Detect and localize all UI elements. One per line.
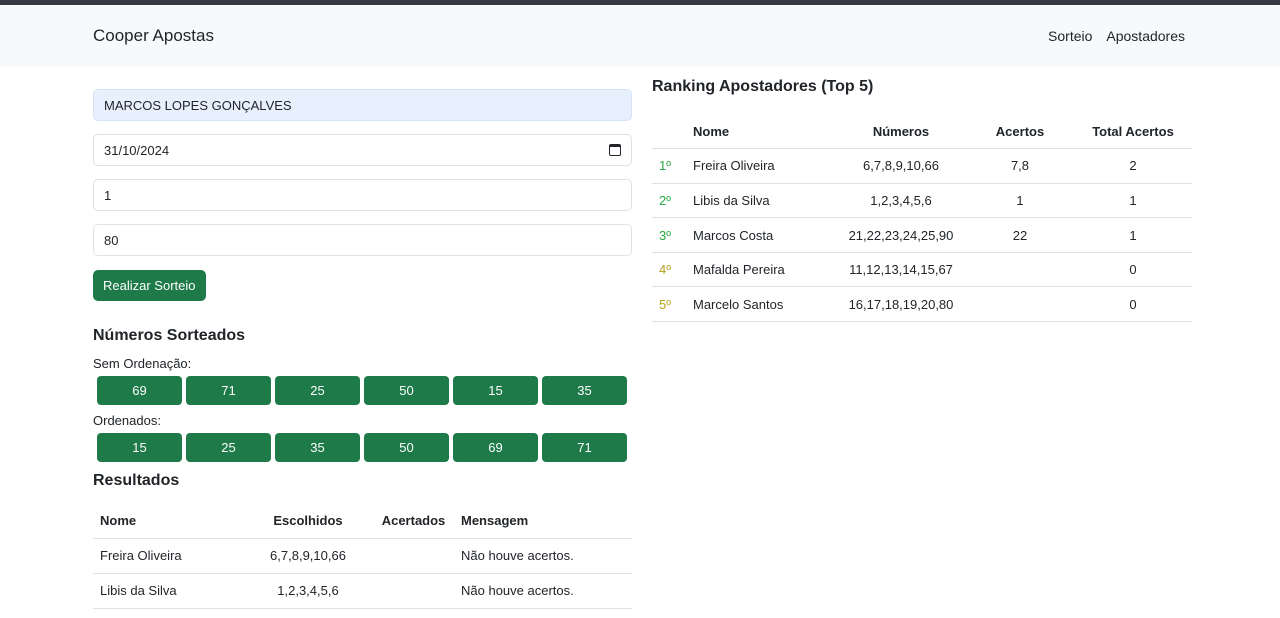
cell-nome: Marcos Costa: [686, 217, 836, 253]
cell-nome: Libis da Silva: [93, 573, 243, 609]
nav-links: Sorteio Apostadores: [1048, 28, 1185, 44]
col-header-escolhidos: Escolhidos: [243, 503, 373, 539]
number-chip: 35: [542, 376, 627, 405]
brand[interactable]: Cooper Apostas: [93, 26, 214, 46]
rank-position: 5º: [652, 286, 686, 323]
cell-acertos: [966, 286, 1074, 323]
date-input-value: 31/10/2024: [104, 142, 170, 158]
table-row: Libis da Silva 1,2,3,4,5,6 Não houve ace…: [93, 573, 632, 609]
col-header-nome: Nome: [93, 503, 243, 539]
cell-escolhidos: 6,7,8,9,10,66: [243, 538, 373, 574]
number-chip: 15: [97, 433, 182, 462]
number-chip: 25: [186, 433, 271, 462]
table-row: 3º Marcos Costa 21,22,23,24,25,90 22 1: [652, 217, 1192, 253]
col-header-acertos: Acertos: [966, 114, 1074, 150]
nav-link-sorteio[interactable]: Sorteio: [1048, 28, 1092, 44]
table-header-row: Nome Escolhidos Acertados Mensagem: [93, 503, 632, 539]
unsorted-chips: 69 71 25 50 15 35: [93, 376, 632, 405]
results-table: Nome Escolhidos Acertados Mensagem Freir…: [93, 503, 632, 609]
cell-nome: Marcelo Santos: [686, 286, 836, 323]
number-chip: 50: [364, 433, 449, 462]
col-header-numeros: Números: [836, 114, 966, 150]
ranking-panel: Ranking Apostadores (Top 5) Nome Números…: [652, 78, 1192, 323]
sorted-chips: 15 25 35 50 69 71: [93, 433, 632, 462]
cell-mensagem: Não houve acertos.: [454, 538, 632, 574]
cell-nome: Mafalda Pereira: [686, 252, 836, 288]
cell-numeros: 11,12,13,14,15,67: [836, 252, 966, 288]
number-chip: 35: [275, 433, 360, 462]
min-number-value: 1: [104, 187, 112, 203]
cell-acertados: [373, 538, 454, 574]
cell-total-acertos: 1: [1074, 183, 1192, 219]
rank-position: 4º: [652, 252, 686, 288]
max-number-input[interactable]: 80: [93, 224, 632, 256]
cell-total-acertos: 2: [1074, 148, 1192, 184]
col-header-mensagem: Mensagem: [454, 503, 632, 539]
unsorted-label: Sem Ordenação:: [93, 356, 192, 371]
cell-total-acertos: 0: [1074, 286, 1192, 323]
cell-acertos: [966, 252, 1074, 288]
number-chip: 15: [453, 376, 538, 405]
table-header-row: Nome Números Acertos Total Acertos: [652, 114, 1192, 150]
number-chip: 69: [97, 376, 182, 405]
number-chip: 69: [453, 433, 538, 462]
cell-numeros: 21,22,23,24,25,90: [836, 217, 966, 253]
cell-mensagem: Não houve acertos.: [454, 573, 632, 609]
cell-nome: Libis da Silva: [686, 183, 836, 219]
cell-acertos: 1: [966, 183, 1074, 219]
ranking-title: Ranking Apostadores (Top 5): [652, 78, 874, 95]
cell-acertados: [373, 573, 454, 609]
max-number-value: 80: [104, 232, 119, 248]
cell-acertos: 7,8: [966, 148, 1074, 184]
draw-panel: MARCOS LOPES GONÇALVES 31/10/2024 1 80 R…: [93, 89, 632, 609]
number-chip: 71: [542, 433, 627, 462]
cell-numeros: 1,2,3,4,5,6: [836, 183, 966, 219]
rank-position: 3º: [652, 217, 686, 253]
cell-numeros: 16,17,18,19,20,80: [836, 286, 966, 323]
col-header-nome: Nome: [686, 114, 836, 150]
number-chip: 50: [364, 376, 449, 405]
cell-total-acertos: 1: [1074, 217, 1192, 253]
date-input[interactable]: 31/10/2024: [93, 134, 632, 166]
name-input-value: MARCOS LOPES GONÇALVES: [104, 97, 292, 113]
col-header-total-acertos: Total Acertos: [1074, 114, 1192, 150]
cell-total-acertos: 0: [1074, 252, 1192, 288]
cell-numeros: 6,7,8,9,10,66: [836, 148, 966, 184]
ranking-table: Nome Números Acertos Total Acertos 1º Fr…: [652, 114, 1192, 323]
results-title: Resultados: [93, 472, 180, 489]
cell-acertos: 22: [966, 217, 1074, 253]
name-input[interactable]: MARCOS LOPES GONÇALVES: [93, 89, 632, 121]
table-row: 4º Mafalda Pereira 11,12,13,14,15,67 0: [652, 252, 1192, 288]
number-chip: 71: [186, 376, 271, 405]
nav-link-apostadores[interactable]: Apostadores: [1106, 28, 1185, 44]
col-header-acertados: Acertados: [373, 503, 454, 539]
cell-nome: Freira Oliveira: [686, 148, 836, 184]
table-row: 5º Marcelo Santos 16,17,18,19,20,80 0: [652, 286, 1192, 323]
rank-position: 2º: [652, 183, 686, 219]
sorted-label: Ordenados:: [93, 413, 161, 428]
number-chip: 25: [275, 376, 360, 405]
table-row: 2º Libis da Silva 1,2,3,4,5,6 1 1: [652, 183, 1192, 219]
cell-nome: Freira Oliveira: [93, 538, 243, 574]
calendar-icon[interactable]: [609, 144, 621, 156]
cell-escolhidos: 1,2,3,4,5,6: [243, 573, 373, 609]
rank-position: 1º: [652, 148, 686, 184]
table-row: Freira Oliveira 6,7,8,9,10,66 Não houve …: [93, 538, 632, 574]
table-row: 1º Freira Oliveira 6,7,8,9,10,66 7,8 2: [652, 148, 1192, 184]
drawn-numbers-title: Números Sorteados: [93, 327, 246, 344]
col-header-position: [652, 114, 686, 150]
navbar: Cooper Apostas Sorteio Apostadores: [0, 5, 1280, 66]
min-number-input[interactable]: 1: [93, 179, 632, 211]
draw-button[interactable]: Realizar Sorteio: [93, 270, 206, 301]
